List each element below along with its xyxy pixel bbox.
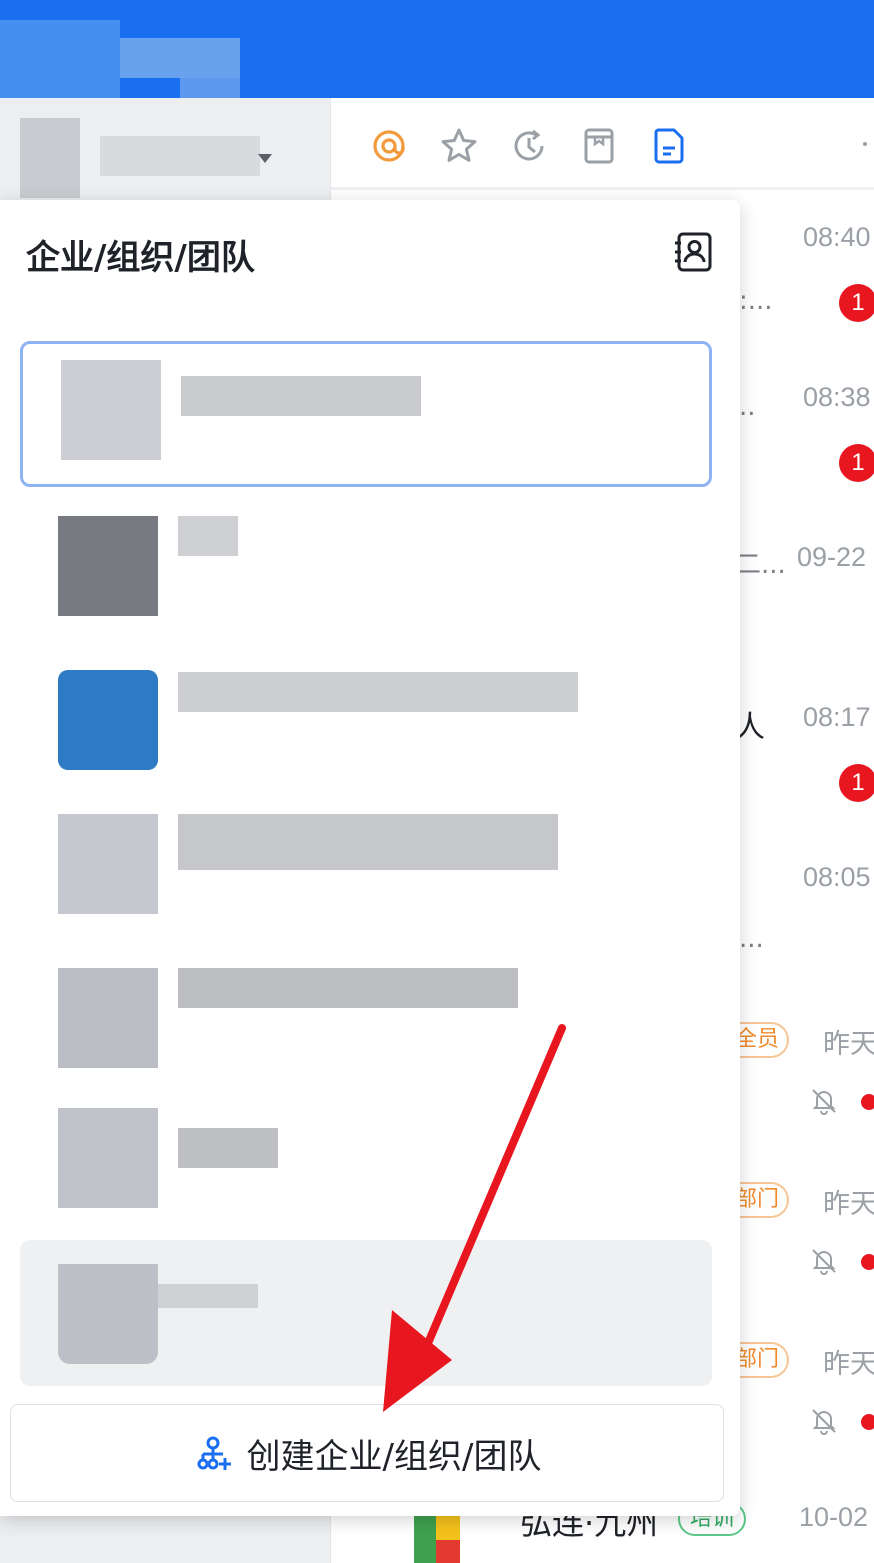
create-org-label: 创建企业/组织/团队: [246, 1436, 542, 1477]
history-icon[interactable]: [509, 126, 549, 166]
blurred-org-name: [100, 136, 260, 176]
chat-time: 08:38: [803, 382, 871, 412]
blurred-user-avatar[interactable]: [0, 20, 120, 98]
at-icon[interactable]: [369, 126, 409, 166]
document-icon[interactable]: [649, 126, 689, 166]
mute-bell-icon: [812, 1089, 836, 1115]
group-tag: 部门: [735, 1182, 790, 1218]
chat-time: 昨天: [823, 1029, 874, 1060]
org-list-item[interactable]: [20, 952, 712, 1098]
chat-time: 08:17: [803, 702, 871, 732]
unread-dot: [861, 1414, 874, 1430]
blurred-user-name: [120, 38, 240, 78]
unread-badge: 1: [839, 284, 874, 322]
group-tag: 全员: [735, 1022, 790, 1058]
mute-bell-icon: [812, 1409, 836, 1435]
org-list-item[interactable]: [20, 1106, 712, 1252]
app-header-bar: [0, 0, 874, 98]
blurred-org-avatar: [58, 968, 158, 1068]
more-icon[interactable]: [863, 142, 867, 146]
blurred-org-name: [181, 376, 421, 416]
org-list-item[interactable]: [20, 500, 712, 646]
blurred-org-avatar: [58, 1264, 158, 1364]
chat-time: 昨天: [823, 1349, 874, 1380]
org-list-item[interactable]: [20, 341, 712, 487]
chat-time: 09-22: [797, 542, 867, 572]
mute-bell-icon: [812, 1249, 836, 1275]
org-list-item[interactable]: [20, 1240, 712, 1386]
popup-title: 企业/组织/团队: [26, 238, 255, 278]
chat-time: 昨天: [823, 1189, 874, 1220]
group-tag: 部门: [735, 1342, 790, 1378]
blurred-org-avatar: [58, 1108, 158, 1208]
contacts-book-icon[interactable]: [672, 230, 716, 274]
blurred-org-name: [178, 672, 578, 712]
inbox-icon[interactable]: [579, 126, 619, 166]
unread-dot: [861, 1254, 874, 1270]
star-icon[interactable]: [439, 126, 479, 166]
dropdown-caret-icon[interactable]: [258, 154, 272, 163]
chat-preview: :...: [739, 286, 773, 316]
chat-preview: ...: [739, 924, 764, 954]
chat-preview: 二...: [735, 550, 786, 580]
chat-time: 08:05: [803, 862, 871, 892]
org-list-item[interactable]: [20, 798, 712, 944]
chat-time: 08:40: [803, 222, 871, 252]
create-org-button[interactable]: 创建企业/组织/团队: [10, 1404, 724, 1502]
blurred-org-name: [178, 968, 518, 1008]
blurred-org-avatar: [58, 814, 158, 914]
unread-badge: 1: [839, 444, 874, 482]
blurred-org-avatar: [58, 516, 158, 616]
chat-preview: ..: [739, 392, 756, 422]
blurred-org-avatar: [20, 118, 80, 198]
blurred-org-name: [158, 1284, 258, 1308]
org-list-item[interactable]: [20, 656, 712, 802]
blurred-org-name: [178, 814, 558, 870]
blurred-org-avatar: [61, 360, 161, 460]
group-avatar: [414, 1516, 460, 1563]
blurred-org-avatar: [58, 670, 158, 770]
org-switcher-popup: 企业/组织/团队 创建企业/组织/团队: [0, 200, 740, 1516]
add-org-icon: [197, 1436, 231, 1470]
blurred-user-name: [180, 78, 240, 98]
blurred-org-name: [178, 516, 238, 556]
filter-toolbar: [331, 98, 874, 190]
chat-time: 10-02: [799, 1502, 869, 1532]
unread-dot: [861, 1094, 874, 1110]
blurred-org-name: [178, 1128, 278, 1168]
unread-badge: 1: [839, 764, 874, 802]
